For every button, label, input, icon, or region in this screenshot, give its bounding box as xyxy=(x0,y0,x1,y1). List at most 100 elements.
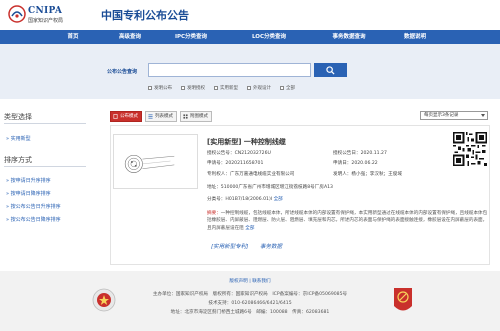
sort-pub-date-desc[interactable]: » 按公布公告日降序排序 xyxy=(6,216,61,223)
main-nav: 首页 高级查询 IPC分类查询 LOC分类查询 事务数据查询 数据说明 xyxy=(0,30,500,44)
utility-model-doc-link[interactable]: [实用新型专利] xyxy=(211,244,248,250)
document-icon xyxy=(113,114,118,119)
nav-item-ipc-search[interactable]: IPC分类查询 xyxy=(162,30,220,44)
ipc-all-link[interactable]: 全部 xyxy=(274,197,283,202)
qr-code xyxy=(453,132,487,166)
app-no: 2020211658701 xyxy=(225,161,264,166)
chevron-down-icon xyxy=(481,114,485,117)
filter-invention-grant[interactable]: 发明授权 xyxy=(181,84,205,92)
patentee: 广东万嘉通电线缆实业有限公司 xyxy=(229,172,295,177)
sort-item-label: 按公布公告日升序排序 xyxy=(10,204,61,210)
tab-drawing-mode[interactable]: 附图模式 xyxy=(180,111,212,122)
filter-label: 发明授权 xyxy=(187,86,205,91)
type-item-utility-model[interactable]: » 实用新型 xyxy=(6,135,31,142)
sort-item-label: 按公布公告日降序排序 xyxy=(10,217,61,223)
meta-label: 申请日： xyxy=(333,161,352,166)
cnipa-logo-icon xyxy=(8,5,26,23)
nav-item-loc-search[interactable]: LOC分类查询 xyxy=(240,30,298,44)
patentee-row: 专利权人：广东万嘉通电线缆实业有限公司 xyxy=(207,171,294,177)
per-page-value: 每页显示3条记录 xyxy=(424,113,459,118)
checkbox[interactable] xyxy=(214,86,218,90)
logo-text-en: CNIPA xyxy=(28,6,63,16)
filter-design[interactable]: 外观设计 xyxy=(247,84,271,92)
abstract-more-link[interactable]: 全部 xyxy=(245,226,254,231)
checkbox[interactable] xyxy=(148,86,152,90)
checkbox[interactable] xyxy=(247,86,251,90)
result-card: [实用新型] 一种控制线缆 授权公告号：CN212032726U 授权公告日：2… xyxy=(110,125,490,265)
tab-publication-mode[interactable]: 公布模式 xyxy=(110,111,142,122)
checkbox[interactable] xyxy=(181,86,185,90)
filter-label: 全部 xyxy=(286,86,295,91)
site-title: 中国专利公布公告 xyxy=(101,9,189,22)
tab-label: 列表模式 xyxy=(155,114,173,119)
footer-support: 技术支持：010-62086466/6421/6415 xyxy=(208,301,292,306)
site-header: CNIPA 国家知识产权局 中国专利公布公告 xyxy=(0,0,500,30)
meta-label: 授权公告日： xyxy=(333,151,361,156)
filter-label: 发明公布 xyxy=(154,86,172,91)
search-icon xyxy=(326,66,335,75)
pub-no-row: 授权公告号：CN212032726U xyxy=(207,150,271,156)
sort-app-date-desc[interactable]: » 按申请日降序排序 xyxy=(6,190,51,197)
tab-label: 附图模式 xyxy=(190,114,208,119)
search-button[interactable] xyxy=(314,63,347,77)
footer-links[interactable]: 版权声明 | 联系我们 xyxy=(0,278,500,284)
filter-all[interactable]: 全部 xyxy=(280,84,295,92)
abstract-label: 摘要： xyxy=(207,211,221,216)
type-item-label: 实用新型 xyxy=(10,136,31,142)
nav-item-data-description[interactable]: 数据说明 xyxy=(390,30,440,44)
tab-label: 公布模式 xyxy=(120,114,138,119)
sort-heading: 排序方式 xyxy=(4,156,32,164)
search-panel: 公布公告查询 发明公布 发明授权 实用新型 外观设计 全部 xyxy=(0,44,500,99)
footer-address: 地址：北京市海淀区蓟门桥西土城路6号 邮编：100088 传真：62083681 xyxy=(170,310,330,315)
sort-app-date-asc[interactable]: » 按申请日升序排序 xyxy=(6,177,51,184)
result-links: [实用新型专利] 事务数据 xyxy=(211,242,292,250)
nav-item-home[interactable]: 首页 xyxy=(48,30,98,44)
nav-item-transaction-search[interactable]: 事务数据查询 xyxy=(318,30,380,44)
logo-text-cn: 国家知识产权局 xyxy=(28,18,64,24)
address: 510000广东省广州市增城区增江街荔枝路8号厂房A13 xyxy=(220,185,333,190)
sort-pub-date-asc[interactable]: » 按公布公告日升序排序 xyxy=(6,203,61,210)
divider xyxy=(4,166,86,167)
checkbox[interactable] xyxy=(280,86,284,90)
search-filters: 发明公布 发明授权 实用新型 外观设计 全部 xyxy=(148,84,295,92)
filter-label: 实用新型 xyxy=(220,86,238,91)
party-emblem-icon[interactable] xyxy=(392,286,414,316)
patent-drawing-thumbnail[interactable] xyxy=(113,134,198,189)
cnipa-logo[interactable]: CNIPA 国家知识产权局 xyxy=(8,4,88,26)
ipc-row: 分类号：H01B7/18(2006.01)I 全部 xyxy=(207,196,283,202)
app-no-row: 申请号：2020211658701 xyxy=(207,160,263,166)
pub-no: CN212032726U xyxy=(234,151,271,156)
address-row: 地址：510000广东省广州市增城区增江街荔枝路8号厂房A13 xyxy=(207,184,333,190)
inventor: 杨小强；李汉秋；王俊域 xyxy=(351,172,402,177)
list-icon xyxy=(148,114,153,119)
nav-item-advanced-search[interactable]: 高级查询 xyxy=(105,30,155,44)
view-mode-tabs: 公布模式 列表模式 附图模式 xyxy=(110,111,212,122)
meta-label: 授权公告号： xyxy=(207,151,235,156)
filter-invention-publication[interactable]: 发明公布 xyxy=(148,84,172,92)
divider xyxy=(4,123,86,124)
pub-date-row: 授权公告日：2020.11.27 xyxy=(333,150,387,156)
meta-label: 分类号： xyxy=(207,197,226,202)
sort-item-label: 按申请日降序排序 xyxy=(10,191,51,197)
search-label: 公布公告查询 xyxy=(107,69,138,75)
meta-label: 发明人： xyxy=(333,172,352,177)
result-title[interactable]: [实用新型] 一种控制线缆 xyxy=(207,137,286,147)
sort-item-label: 按申请日升序排序 xyxy=(10,178,51,184)
transaction-data-link[interactable]: 事务数据 xyxy=(260,244,282,250)
inventor-row: 发明人：杨小强；李汉秋；王俊域 xyxy=(333,171,402,177)
filter-utility-model[interactable]: 实用新型 xyxy=(214,84,238,92)
grid-icon xyxy=(183,114,188,119)
ipc-code: H01B7/18(2006.01)I xyxy=(225,197,273,202)
pub-date: 2020.11.27 xyxy=(360,151,387,156)
footer-host: 主办单位：国家知识产权局 版权所有：国家知识产权局 ICP备案编号：京ICP备0… xyxy=(152,292,348,297)
app-date: 2020.06.22 xyxy=(351,161,378,166)
filter-label: 外观设计 xyxy=(253,86,271,91)
tab-list-mode[interactable]: 列表模式 xyxy=(145,111,177,122)
abstract: 摘要：一种控制线缆，包括线缆本体，所述线缆本体的内部设置有保护绳，本实用新型通过… xyxy=(207,210,489,232)
search-input[interactable] xyxy=(148,63,311,77)
type-select-heading: 类型选择 xyxy=(4,113,32,121)
meta-label: 地址： xyxy=(207,185,221,190)
meta-label: 专利权人： xyxy=(207,172,230,177)
per-page-select[interactable]: 每页显示3条记录 xyxy=(420,111,488,120)
meta-label: 申请号： xyxy=(207,161,226,166)
